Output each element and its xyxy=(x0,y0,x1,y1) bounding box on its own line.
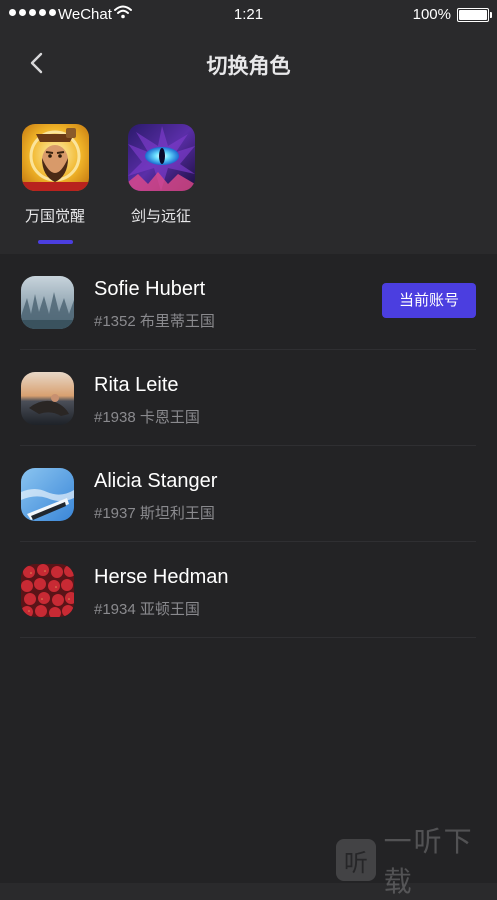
account-row[interactable]: Herse Hedman #1934 亚顿王国 xyxy=(0,542,497,638)
watermark: 听 一听下载 xyxy=(336,826,497,897)
account-list: Sofie Hubert #1352 布里蒂王国 当前账号 Rita Leite… xyxy=(0,254,497,883)
account-row[interactable]: Rita Leite #1938 卡恩王国 xyxy=(0,350,497,446)
account-row[interactable]: Sofie Hubert #1352 布里蒂王国 当前账号 xyxy=(0,254,497,350)
selected-tab-indicator xyxy=(38,240,73,244)
row-divider xyxy=(20,637,476,638)
avatar xyxy=(21,276,74,329)
account-server: #1938 卡恩王国 xyxy=(94,409,200,426)
watermark-text: 一听下载 xyxy=(383,826,474,897)
navigation-bar: 切换角色 xyxy=(0,28,497,98)
account-name: Alicia Stanger xyxy=(94,470,218,492)
game-tab-rise-of-kingdoms[interactable]: 万国觉醒 xyxy=(15,124,95,226)
avatar xyxy=(21,564,74,617)
account-name: Herse Hedman xyxy=(94,566,229,588)
account-server: #1934 亚顿王国 xyxy=(94,601,200,618)
account-name: Rita Leite xyxy=(94,374,179,396)
afk-arena-dragon-icon xyxy=(127,124,195,191)
game-label: 万国觉醒 xyxy=(24,208,85,225)
page-title: 切换角色 xyxy=(206,55,291,78)
current-account-button[interactable]: 当前账号 xyxy=(382,283,476,318)
account-name: Sofie Hubert xyxy=(94,278,206,300)
game-tab-afk-arena[interactable]: 剑与远征 xyxy=(121,124,201,226)
avatar xyxy=(21,468,74,521)
watermark-logo: 听 xyxy=(336,839,376,881)
account-server: #1352 布里蒂王国 xyxy=(94,313,215,330)
status-bar: WeChat 1:21 100% xyxy=(0,0,497,28)
avatar xyxy=(21,372,74,425)
account-server: #1937 斯坦利王国 xyxy=(94,505,215,522)
rise-of-kingdoms-icon xyxy=(21,124,89,191)
battery-icon xyxy=(457,8,492,22)
game-label: 剑与远征 xyxy=(130,208,191,225)
back-chevron-icon[interactable] xyxy=(24,48,50,78)
game-selector: 万国觉醒 剑与远征 xyxy=(0,98,497,254)
account-row[interactable]: Alicia Stanger #1937 斯坦利王国 xyxy=(0,446,497,542)
battery-percentage: 100% xyxy=(412,6,451,23)
